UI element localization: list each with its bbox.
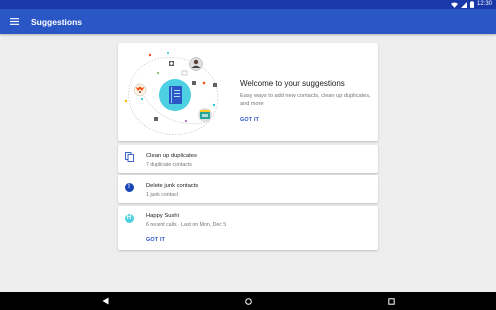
- wifi-icon: [450, 1, 458, 8]
- battery-icon: [469, 1, 474, 8]
- app-bar: Suggestions: [0, 9, 496, 34]
- avatar-letter: H: [124, 213, 134, 223]
- status-time: 12:30: [476, 1, 492, 7]
- recent-square-icon: [387, 297, 395, 305]
- home-button[interactable]: [233, 292, 263, 310]
- welcome-card: Welcome to your suggestions Easy ways to…: [118, 43, 378, 141]
- welcome-text: Welcome to your suggestions Easy ways to…: [240, 79, 372, 126]
- navigation-bar: [0, 292, 496, 310]
- suggestion-subtitle: 6 recent calls · Last on Mon, Dec 5: [146, 222, 227, 228]
- suggestion-delete-junk[interactable]: ! Delete junk contacts 1 junk contact: [118, 175, 378, 203]
- welcome-description: Easy ways to add new contacts, clean up …: [240, 93, 371, 107]
- welcome-title: Welcome to your suggestions: [240, 79, 345, 88]
- status-bar: 12:30: [0, 0, 496, 9]
- suggestions-list: Welcome to your suggestions Easy ways to…: [0, 34, 496, 292]
- suggestions-illustration: [124, 52, 219, 135]
- home-circle-icon: [244, 297, 252, 305]
- menu-button[interactable]: [0, 9, 28, 34]
- suggestion-title: Happy Sushi: [146, 213, 179, 219]
- suggestion-title: Clean up duplicates: [146, 153, 197, 159]
- status-icons: 12:30: [450, 0, 492, 9]
- contact-avatar: H: [124, 213, 134, 223]
- back-triangle-icon: [102, 297, 108, 305]
- suggestion-clean-duplicates[interactable]: Clean up duplicates 7 duplicate contacts: [118, 145, 378, 173]
- suggestion-subtitle: 7 duplicate contacts: [146, 162, 192, 168]
- suggestion-subtitle: 1 junk contact: [146, 192, 179, 198]
- back-button[interactable]: [90, 292, 120, 310]
- suggestion-title: Delete junk contacts: [146, 183, 199, 189]
- signal-icon: [460, 1, 467, 8]
- suggestion-happy-sushi[interactable]: H Happy Sushi 6 recent calls · Last on M…: [118, 206, 378, 250]
- happy-sushi-got-it-button[interactable]: GOT IT: [146, 237, 165, 243]
- info-icon-badge: !: [124, 182, 134, 192]
- welcome-got-it-button[interactable]: GOT IT: [240, 117, 259, 123]
- info-icon: !: [124, 182, 134, 192]
- recent-apps-button[interactable]: [376, 292, 406, 310]
- hamburger-menu-icon: [9, 18, 19, 25]
- duplicate-copy-icon: [124, 152, 134, 162]
- page-title: Suggestions: [31, 16, 83, 27]
